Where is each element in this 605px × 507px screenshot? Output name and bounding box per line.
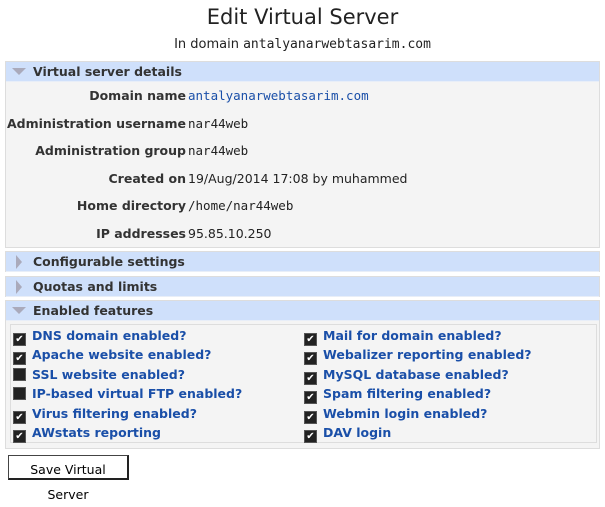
detail-row: IP addresses 95.85.10.250: [6, 224, 599, 244]
feature-checkbox[interactable]: ✔: [304, 371, 317, 385]
page-title: Edit Virtual Server: [206, 5, 399, 29]
feature-checkbox[interactable]: [13, 387, 26, 401]
feature-item[interactable]: SSL website enabled?: [13, 366, 185, 384]
feature-item[interactable]: ✔ Webalizer reporting enabled?: [304, 346, 532, 366]
feature-item[interactable]: ✔ Virus filtering enabled?: [13, 405, 197, 424]
feature-label[interactable]: IP-based virtual FTP enabled?: [32, 386, 242, 401]
collapse-triangle-icon: [12, 68, 26, 75]
enabled-features-section: Enabled features ✔ DNS domain enabled? ✔ Ma…: [5, 300, 600, 449]
feature-label[interactable]: Virus filtering enabled?: [32, 406, 197, 421]
feature-label[interactable]: Webmin login enabled?: [323, 406, 487, 421]
feature-item[interactable]: ✔ DAV login: [304, 424, 391, 443]
feature-checkbox[interactable]: ✔: [13, 333, 26, 346]
section-header-quotas[interactable]: Quotas and limits: [6, 277, 599, 297]
save-virtual-server-button[interactable]: Save Virtual Server: [8, 455, 129, 502]
feature-label[interactable]: Spam filtering enabled?: [323, 386, 491, 401]
feature-checkbox[interactable]: ✔: [304, 430, 317, 443]
page-subtitle: In domain antalyanarwebtasarim.com: [0, 37, 605, 52]
feature-item[interactable]: ✔ Spam filtering enabled?: [304, 385, 491, 405]
section-header-configurable[interactable]: Configurable settings: [6, 252, 599, 272]
section-header-details[interactable]: Virtual server details: [6, 62, 599, 82]
section-title: Configurable settings: [33, 254, 185, 269]
expand-triangle-icon: [16, 255, 22, 269]
virtual-server-details-section: Virtual server details Domain name antaly…: [5, 61, 600, 248]
section-title: Quotas and limits: [33, 279, 158, 294]
feature-item[interactable]: ✔ DNS domain enabled?: [13, 327, 186, 346]
detail-row: Created on 19/Aug/2014 17:08 by muhammed: [6, 169, 599, 189]
feature-item[interactable]: IP-based virtual FTP enabled?: [13, 385, 242, 403]
feature-checkbox[interactable]: ✔: [304, 391, 317, 405]
domain-name-link[interactable]: antalyanarwebtasarim.com: [188, 86, 369, 106]
feature-checkbox[interactable]: ✔: [13, 410, 26, 424]
detail-row: Administration username nar44web: [6, 114, 599, 134]
detail-value: 19/Aug/2014 17:08 by muhammed: [188, 171, 408, 186]
expand-triangle-icon: [16, 280, 22, 294]
feature-label[interactable]: AWstats reporting: [32, 425, 161, 440]
feature-checkbox[interactable]: ✔: [13, 352, 26, 366]
detail-label: Created on: [108, 171, 187, 186]
feature-item[interactable]: ✔ Apache website enabled?: [13, 346, 211, 366]
feature-item[interactable]: ✔ AWstats reporting: [13, 424, 161, 443]
feature-label[interactable]: DAV login: [323, 425, 391, 440]
detail-label: Administration group: [35, 143, 186, 158]
section-title: Virtual server details: [33, 64, 182, 79]
detail-label: IP addresses: [96, 226, 186, 241]
detail-label: Home directory: [76, 198, 186, 213]
feature-label[interactable]: Mail for domain enabled?: [323, 328, 502, 343]
feature-item[interactable]: ✔ MySQL database enabled?: [304, 366, 509, 385]
feature-label[interactable]: DNS domain enabled?: [32, 328, 186, 343]
feature-checkbox[interactable]: ✔: [304, 333, 317, 346]
detail-row: Domain name antalyanarwebtasarim.com: [6, 86, 599, 106]
feature-item[interactable]: ✔ Mail for domain enabled?: [304, 327, 502, 346]
subtitle-prefix: In domain: [174, 37, 244, 52]
feature-checkbox[interactable]: ✔: [13, 430, 26, 443]
detail-value: nar44web: [188, 116, 249, 131]
detail-label: Domain name: [89, 88, 186, 103]
detail-value: 95.85.10.250: [188, 226, 272, 241]
section-title: Enabled features: [33, 303, 154, 318]
feature-item[interactable]: ✔ Webmin login enabled?: [304, 405, 487, 424]
feature-checkbox[interactable]: [13, 367, 26, 381]
feature-label[interactable]: Webalizer reporting enabled?: [323, 347, 532, 362]
feature-label[interactable]: SSL website enabled?: [32, 367, 185, 382]
detail-value: nar44web: [188, 143, 249, 158]
feature-label[interactable]: Apache website enabled?: [32, 347, 211, 362]
detail-value: /home/nar44web: [188, 198, 294, 213]
features-grid: ✔ DNS domain enabled? ✔ Mail for domain ena…: [10, 324, 597, 443]
subtitle-domain: antalyanarwebtasarim.com: [243, 37, 431, 52]
collapse-triangle-icon: [12, 307, 26, 314]
feature-checkbox[interactable]: ✔: [304, 410, 317, 424]
feature-label[interactable]: MySQL database enabled?: [323, 367, 509, 382]
detail-row: Home directory/home/nar44web: [6, 196, 599, 216]
section-header-features[interactable]: Enabled features: [6, 301, 599, 321]
quotas-section: Quotas and limits: [5, 276, 600, 297]
detail-row: Administration group nar44web: [6, 141, 599, 161]
detail-label: Administration username: [6, 116, 186, 131]
configurable-settings-section: Configurable settings: [5, 251, 600, 272]
feature-checkbox[interactable]: ✔: [304, 352, 317, 366]
